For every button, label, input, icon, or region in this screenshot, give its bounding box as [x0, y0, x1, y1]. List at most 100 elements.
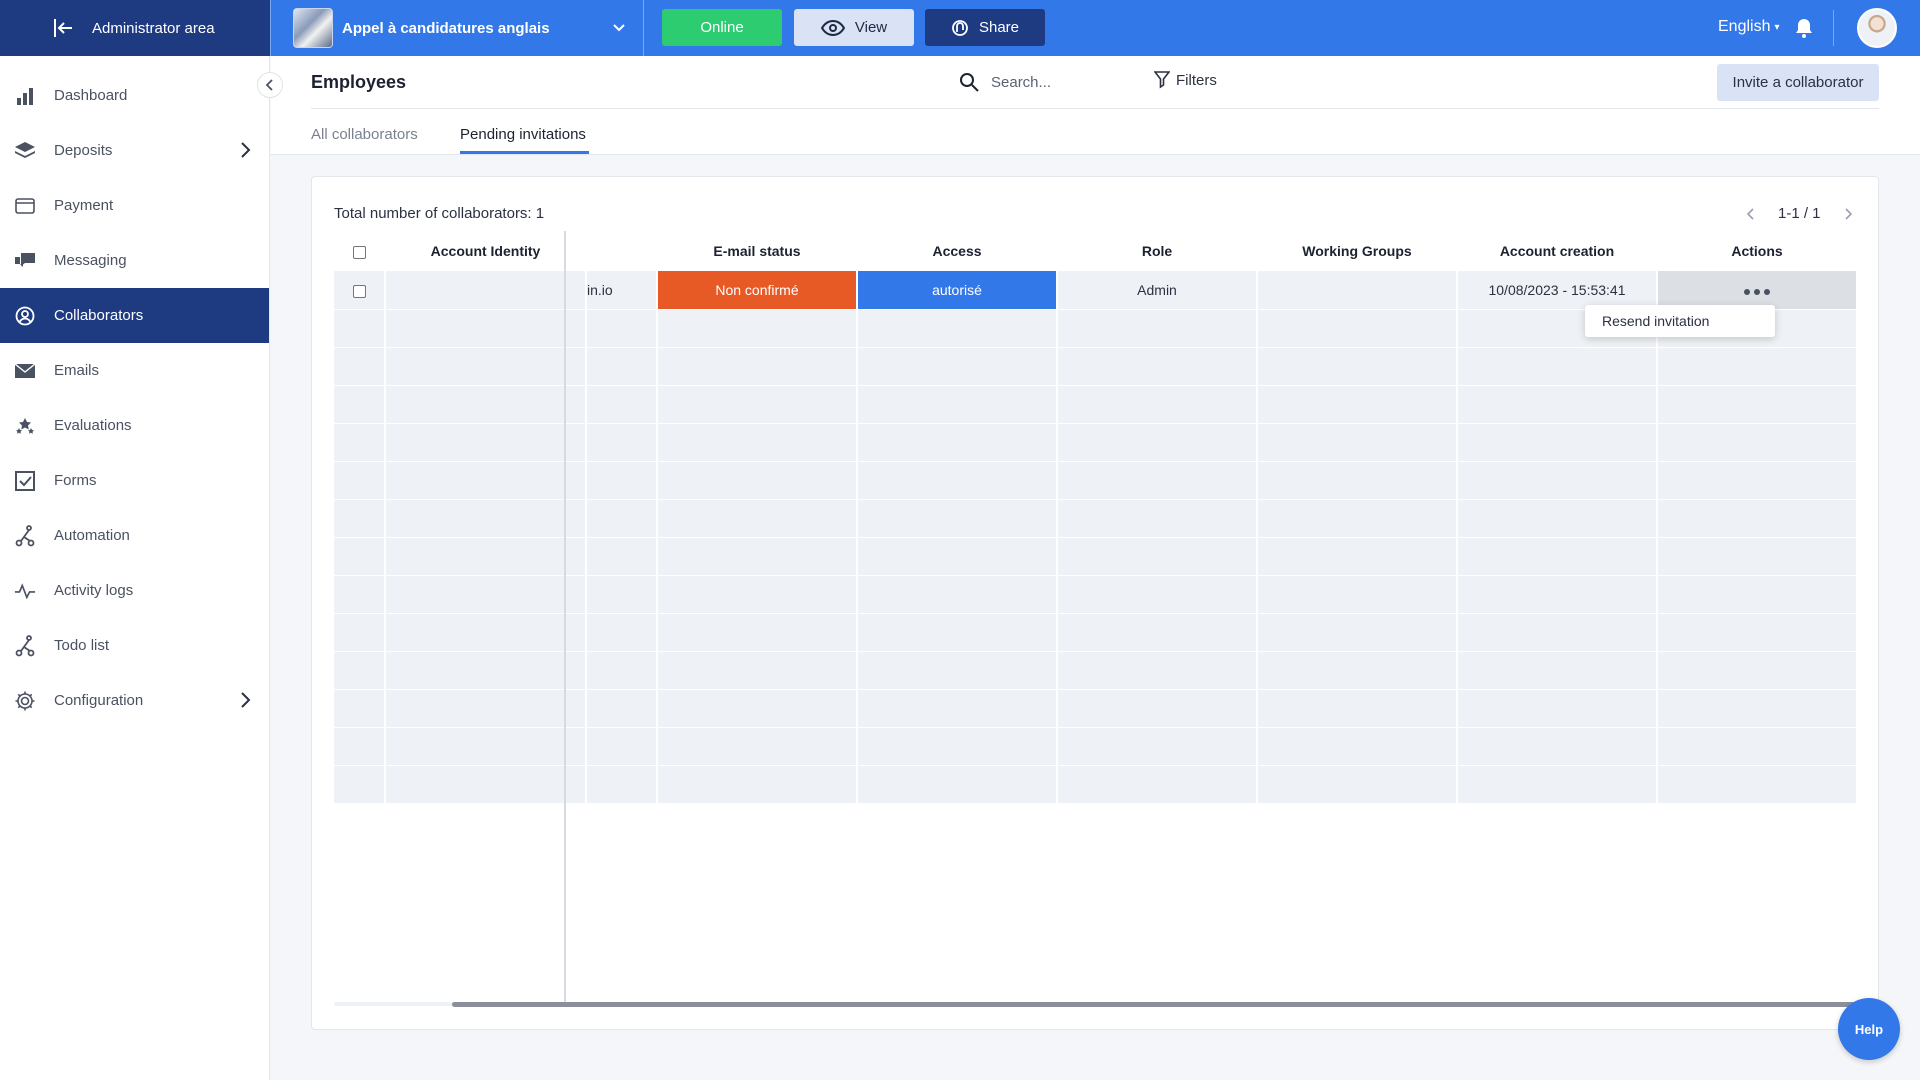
empty-cell [385, 537, 587, 576]
empty-cell [1657, 423, 1858, 462]
sidebar-item-collaborators[interactable]: Collaborators [0, 288, 269, 343]
empty-cell [334, 423, 386, 462]
share-button[interactable]: Share [925, 9, 1045, 46]
administrator-area-link[interactable]: Administrator area [0, 0, 270, 56]
empty-table-row [334, 537, 1858, 576]
row-checkbox[interactable] [352, 284, 366, 298]
column-header-account-identity[interactable]: Account Identity [385, 231, 586, 271]
resend-invitation-menu-item[interactable]: Resend invitation [1585, 305, 1775, 337]
prev-page-button[interactable] [1746, 207, 1756, 221]
sidebar-item-label: Evaluations [54, 417, 132, 434]
empty-cell [334, 461, 386, 500]
sidebar-item-label: Todo list [54, 637, 110, 654]
credit-card-icon [14, 195, 36, 217]
empty-cell [385, 423, 587, 462]
share-label: Share [978, 19, 1020, 36]
empty-cell [586, 651, 658, 690]
bell-icon[interactable] [1795, 18, 1813, 38]
empty-cell [1457, 537, 1658, 576]
column-header-account-creation[interactable]: Account creation [1457, 231, 1657, 271]
empty-cell [385, 613, 587, 652]
column-header-working-groups[interactable]: Working Groups [1257, 231, 1457, 271]
chevron-down-icon [613, 24, 625, 32]
empty-cell [1657, 727, 1858, 766]
empty-cell [857, 727, 1058, 766]
empty-cell [1057, 347, 1258, 386]
gear-icon [14, 690, 36, 712]
column-header-actions: Actions [1657, 231, 1857, 271]
empty-cell [1657, 347, 1858, 386]
sidebar-collapse-button[interactable] [257, 72, 283, 98]
empty-table-row [334, 727, 1858, 766]
account-creation-cell: 10/08/2023 - 15:53:41 [1457, 271, 1658, 310]
share-icon [952, 19, 968, 36]
tab-pending-invitations[interactable]: Pending invitations [460, 126, 586, 143]
column-header-role[interactable]: Role [1057, 231, 1257, 271]
user-avatar[interactable] [1857, 8, 1897, 48]
tab-all-collaborators[interactable]: All collaborators [311, 126, 418, 143]
empty-cell [657, 575, 858, 614]
collaborators-panel: Total number of collaborators: 1 1-1 / 1… [311, 176, 1879, 1030]
empty-cell [334, 613, 386, 652]
sidebar-item-todo-list[interactable]: Todo list [0, 618, 269, 673]
actions-menu-button[interactable] [1657, 271, 1858, 310]
horizontal-scrollbar-thumb[interactable] [452, 1002, 1857, 1007]
empty-table-row [334, 347, 1858, 386]
empty-table-row [334, 423, 1858, 462]
sidebar-item-activity-logs[interactable]: Activity logs [0, 563, 269, 618]
next-page-button[interactable] [1843, 207, 1853, 221]
sidebar-item-emails[interactable]: Emails [0, 343, 269, 398]
empty-cell [334, 765, 386, 804]
automation-icon [14, 524, 36, 547]
stars-icon [14, 415, 36, 437]
sidebar-item-forms[interactable]: Forms [0, 453, 269, 508]
empty-table-row [334, 765, 1858, 804]
account-identity-cell [385, 271, 587, 310]
sidebar-item-label: Forms [54, 472, 97, 489]
horizontal-scrollbar[interactable] [334, 1002, 1857, 1007]
chevron-right-icon [241, 142, 251, 158]
search-input[interactable]: Search... [959, 72, 1051, 92]
sidebar-item-dashboard[interactable]: Dashboard [0, 68, 269, 123]
email-cell: in.io [586, 271, 658, 310]
search-icon [960, 73, 979, 92]
empty-cell [1457, 689, 1658, 728]
empty-cell [385, 575, 587, 614]
frozen-column-divider [564, 231, 566, 1007]
sidebar-item-label: Payment [54, 197, 114, 214]
empty-cell [1657, 765, 1858, 804]
sidebar-item-evaluations[interactable]: Evaluations [0, 398, 269, 453]
empty-cell [657, 423, 858, 462]
empty-cell [1257, 423, 1458, 462]
sidebar-item-label: Deposits [54, 142, 113, 159]
sidebar-item-payment[interactable]: Payment [0, 178, 269, 233]
empty-cell [1057, 765, 1258, 804]
empty-cell [857, 385, 1058, 424]
sidebar-item-deposits[interactable]: Deposits [0, 123, 269, 178]
language-selector[interactable]: English ▾ [1718, 18, 1780, 36]
empty-cell [1657, 385, 1858, 424]
online-button[interactable]: Online [662, 9, 782, 46]
column-header-email-status[interactable]: E-mail status [657, 231, 857, 271]
table-row[interactable]: in.io Non confirmé autorisé Admin 10/08/… [334, 271, 1858, 310]
empty-cell [334, 727, 386, 766]
sidebar-item-configuration[interactable]: Configuration [0, 673, 269, 728]
working-groups-cell [1257, 271, 1458, 310]
empty-cell [857, 423, 1058, 462]
filters-button[interactable]: Filters [1154, 71, 1217, 89]
invite-collaborator-button[interactable]: Invite a collaborator [1717, 64, 1879, 101]
sidebar-item-messaging[interactable]: Messaging [0, 233, 269, 288]
empty-cell [1257, 765, 1458, 804]
view-button[interactable]: View [794, 9, 914, 46]
empty-cell [1457, 347, 1658, 386]
exit-arrow-icon [54, 19, 72, 37]
project-selector[interactable]: Appel à candidatures anglais [270, 0, 644, 56]
column-header-access[interactable]: Access [857, 231, 1057, 271]
sidebar-item-automation[interactable]: Automation [0, 508, 269, 563]
checkbox-icon [14, 470, 36, 492]
empty-cell [857, 537, 1058, 576]
select-all-checkbox[interactable] [353, 245, 366, 259]
empty-cell [1457, 423, 1658, 462]
help-button[interactable]: Help [1838, 998, 1900, 1060]
empty-cell [657, 347, 858, 386]
